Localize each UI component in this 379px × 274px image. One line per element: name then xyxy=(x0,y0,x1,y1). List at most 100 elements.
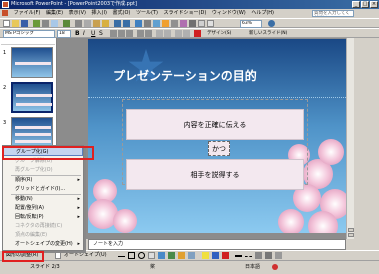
powerpoint-app-icon[interactable] xyxy=(2,1,9,8)
color-grayscale-icon[interactable] xyxy=(207,20,214,27)
paste-icon[interactable] xyxy=(93,20,100,27)
menu-help[interactable]: ヘルプ(H) xyxy=(249,9,276,18)
underline-icon[interactable]: U xyxy=(91,30,98,37)
text-box-1[interactable]: 内容を正確に伝える xyxy=(126,109,304,140)
dash-style-icon[interactable] xyxy=(245,256,252,257)
slide-thumbnail-1[interactable] xyxy=(11,47,53,78)
design-button[interactable]: デザイン(S) xyxy=(207,30,231,38)
menu-item-label: コネクタの再接続(C) xyxy=(15,223,63,229)
slide-canvas[interactable]: プレゼンテーションの目的 内容を正確に伝える かつ 相手を説得する xyxy=(88,39,346,233)
open-icon[interactable] xyxy=(12,20,19,27)
wordart-icon[interactable] xyxy=(158,252,165,259)
help-search-input[interactable]: 質問を入力してください xyxy=(312,10,354,17)
minimize-button[interactable]: _ xyxy=(352,1,360,8)
format-painter-icon[interactable] xyxy=(102,20,109,27)
print-preview-icon[interactable] xyxy=(51,20,58,27)
menu-file[interactable]: ファイル(F) xyxy=(12,9,43,18)
show-grid-icon[interactable] xyxy=(198,20,205,27)
show-formatting-icon[interactable] xyxy=(189,20,196,27)
help-icon[interactable] xyxy=(268,20,275,27)
line-style-icon[interactable] xyxy=(235,255,242,257)
text-color-icon[interactable] xyxy=(222,252,229,259)
oval-icon[interactable] xyxy=(138,252,145,259)
vertical-scrollbar[interactable] xyxy=(346,38,354,239)
menu-item-change-autoshape[interactable]: オートシェイプの変更(H) ▸ xyxy=(3,240,83,249)
title-divider xyxy=(88,97,346,98)
font-color-icon[interactable] xyxy=(194,30,201,37)
align-right-icon[interactable] xyxy=(126,30,133,37)
autoshape-button[interactable]: オートシェイプ(U) xyxy=(64,251,107,260)
menu-item-rotate-flip[interactable]: 回転/反転(P) ▸ xyxy=(3,213,83,222)
undo-icon[interactable] xyxy=(114,20,121,27)
menu-item-grid-guides[interactable]: グリッドとガイド(I)... xyxy=(3,185,83,194)
menu-item-label: グリッドとガイド(I)... xyxy=(15,186,66,192)
new-icon[interactable] xyxy=(3,20,10,27)
decrease-indent-icon[interactable] xyxy=(175,30,182,37)
menu-view[interactable]: 表示(V) xyxy=(67,9,88,18)
diagram-icon[interactable] xyxy=(168,252,175,259)
arrow-style-icon[interactable] xyxy=(255,252,262,259)
permission-icon[interactable] xyxy=(33,20,40,27)
cut-icon[interactable] xyxy=(75,20,82,27)
menu-item-edit-points[interactable]: 頂点の編集(E) xyxy=(3,231,83,240)
menu-format[interactable]: 書式(O) xyxy=(111,9,133,18)
align-center-icon[interactable] xyxy=(118,30,125,37)
increase-indent-icon[interactable] xyxy=(183,30,190,37)
menu-item-reroute-connectors[interactable]: コネクタの再接続(C) xyxy=(3,222,83,231)
bullets-icon[interactable] xyxy=(145,30,152,37)
italic-icon[interactable]: I xyxy=(83,30,90,37)
menu-edit[interactable]: 編集(E) xyxy=(44,9,65,18)
font-name-select[interactable]: MS Pゴシック xyxy=(3,30,55,38)
copy-icon[interactable] xyxy=(84,20,91,27)
bold-icon[interactable]: B xyxy=(75,30,82,37)
save-icon[interactable] xyxy=(21,20,28,27)
picture-icon[interactable] xyxy=(188,252,195,259)
menu-item-order[interactable]: 順序(R) ▸ xyxy=(3,176,83,185)
drawing-toggle-icon[interactable] xyxy=(171,20,178,27)
menu-item-label: 移動(N) xyxy=(15,196,33,202)
insert-table-icon[interactable] xyxy=(144,20,151,27)
text-box-2[interactable]: 相手を説得する xyxy=(126,159,304,190)
new-slide-button[interactable]: 新しいスライド(N) xyxy=(249,30,287,38)
spelling-icon[interactable] xyxy=(63,20,70,27)
increase-font-icon[interactable] xyxy=(156,30,163,37)
slide-thumbnail-3[interactable] xyxy=(11,117,53,148)
menu-item-regroup[interactable]: 再グループ化(O) xyxy=(3,166,83,175)
clipart-icon[interactable] xyxy=(178,252,185,259)
shadow-icon[interactable]: S xyxy=(99,30,106,37)
pane-tabs[interactable] xyxy=(1,39,55,45)
menu-item-align-distribute[interactable]: 配置/整列(A) ▸ xyxy=(3,204,83,213)
line-icon[interactable] xyxy=(118,256,125,257)
decrease-font-icon[interactable] xyxy=(164,30,171,37)
numbering-icon[interactable] xyxy=(137,30,144,37)
3d-style-icon[interactable] xyxy=(275,252,282,259)
slide-thumbnail-2[interactable] xyxy=(11,82,53,113)
textbox-icon[interactable] xyxy=(148,252,155,259)
zoom-select[interactable]: 63% xyxy=(240,20,262,28)
menu-insert[interactable]: 挿入(I) xyxy=(90,9,109,18)
maximize-button[interactable]: □ xyxy=(361,1,369,8)
notes-pane[interactable]: ノートを入力 xyxy=(88,239,346,250)
print-icon[interactable] xyxy=(42,20,49,27)
line-color-icon[interactable] xyxy=(212,252,219,259)
fill-color-icon[interactable] xyxy=(202,252,209,259)
tables-borders-icon[interactable] xyxy=(153,20,160,27)
submenu-arrow-icon: ▸ xyxy=(77,196,80,202)
redo-icon[interactable] xyxy=(123,20,130,27)
menu-window[interactable]: ウィンドウ(W) xyxy=(210,9,248,18)
menu-slideshow[interactable]: スライドショー(D) xyxy=(162,9,209,18)
rectangle-icon[interactable] xyxy=(128,252,135,259)
font-size-select[interactable]: 18 xyxy=(57,30,71,38)
expand-all-icon[interactable] xyxy=(180,20,187,27)
slide-title[interactable]: プレゼンテーションの目的 xyxy=(113,67,343,84)
close-button[interactable]: × xyxy=(370,1,378,8)
shadow-style-icon[interactable] xyxy=(265,252,272,259)
submenu-arrow-icon: ▸ xyxy=(77,205,80,211)
connector-label[interactable]: かつ xyxy=(208,141,230,156)
align-left-icon[interactable] xyxy=(110,30,117,37)
menu-tools[interactable]: ツール(T) xyxy=(134,9,160,18)
insert-chart-icon[interactable] xyxy=(135,20,142,27)
insert-picture-icon[interactable] xyxy=(162,20,169,27)
menu-item-nudge[interactable]: 移動(N) ▸ xyxy=(3,195,83,204)
select-pointer-icon[interactable] xyxy=(55,251,61,259)
